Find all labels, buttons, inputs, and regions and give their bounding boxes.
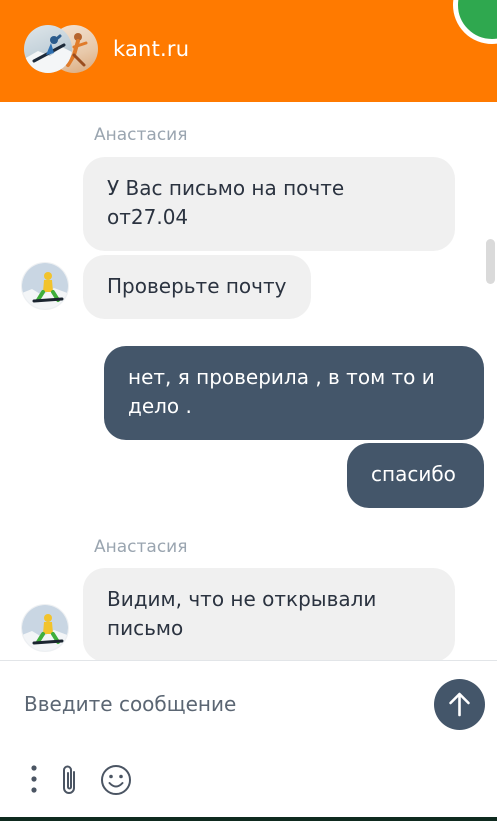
status-indicator bbox=[453, 0, 497, 44]
scrollbar[interactable] bbox=[485, 102, 497, 660]
message-line: письмо bbox=[107, 616, 184, 640]
attach-button[interactable] bbox=[56, 762, 84, 798]
paperclip-icon bbox=[63, 765, 75, 794]
message-line: Проверьте почту bbox=[107, 274, 287, 298]
emoji-button[interactable] bbox=[99, 762, 133, 798]
chat-header: kant.ru bbox=[0, 0, 497, 102]
message-line: Видим, что не открывали bbox=[107, 587, 377, 611]
more-options-button[interactable] bbox=[24, 762, 44, 798]
send-button[interactable] bbox=[434, 679, 485, 730]
incoming-message: У Вас письмо на почте от27.04 bbox=[83, 157, 455, 251]
message-line: от27.04 bbox=[107, 205, 189, 229]
message-line: дело . bbox=[128, 394, 192, 418]
operator-avatars bbox=[24, 25, 100, 73]
message-list[interactable]: Анастасия У Вас письмо на почте от27.04 … bbox=[0, 102, 497, 660]
arrow-up-icon bbox=[449, 692, 470, 717]
sender-name: Анастасия bbox=[94, 537, 188, 557]
vertical-dots-icon bbox=[31, 765, 37, 793]
message-line: нет, я проверила , в том то и bbox=[128, 365, 435, 389]
bottom-edge bbox=[0, 817, 497, 821]
operator-avatar-snowboard bbox=[24, 25, 72, 73]
message-composer bbox=[0, 660, 497, 821]
outgoing-message: спасибо bbox=[347, 443, 484, 508]
smiley-icon bbox=[101, 765, 131, 795]
message-line: спасибо bbox=[371, 462, 456, 486]
sender-name: Анастасия bbox=[94, 125, 188, 145]
agent-avatar bbox=[21, 262, 69, 310]
incoming-message: Видим, что не открывали письмо bbox=[83, 568, 455, 660]
scrollbar-thumb[interactable] bbox=[486, 239, 495, 284]
message-line: У Вас письмо на почте bbox=[107, 176, 345, 200]
message-input[interactable] bbox=[0, 661, 420, 747]
agent-avatar bbox=[21, 604, 69, 652]
outgoing-message: нет, я проверила , в том то и дело . bbox=[104, 346, 484, 440]
incoming-message: Проверьте почту bbox=[83, 255, 311, 319]
header-title: kant.ru bbox=[113, 37, 190, 61]
